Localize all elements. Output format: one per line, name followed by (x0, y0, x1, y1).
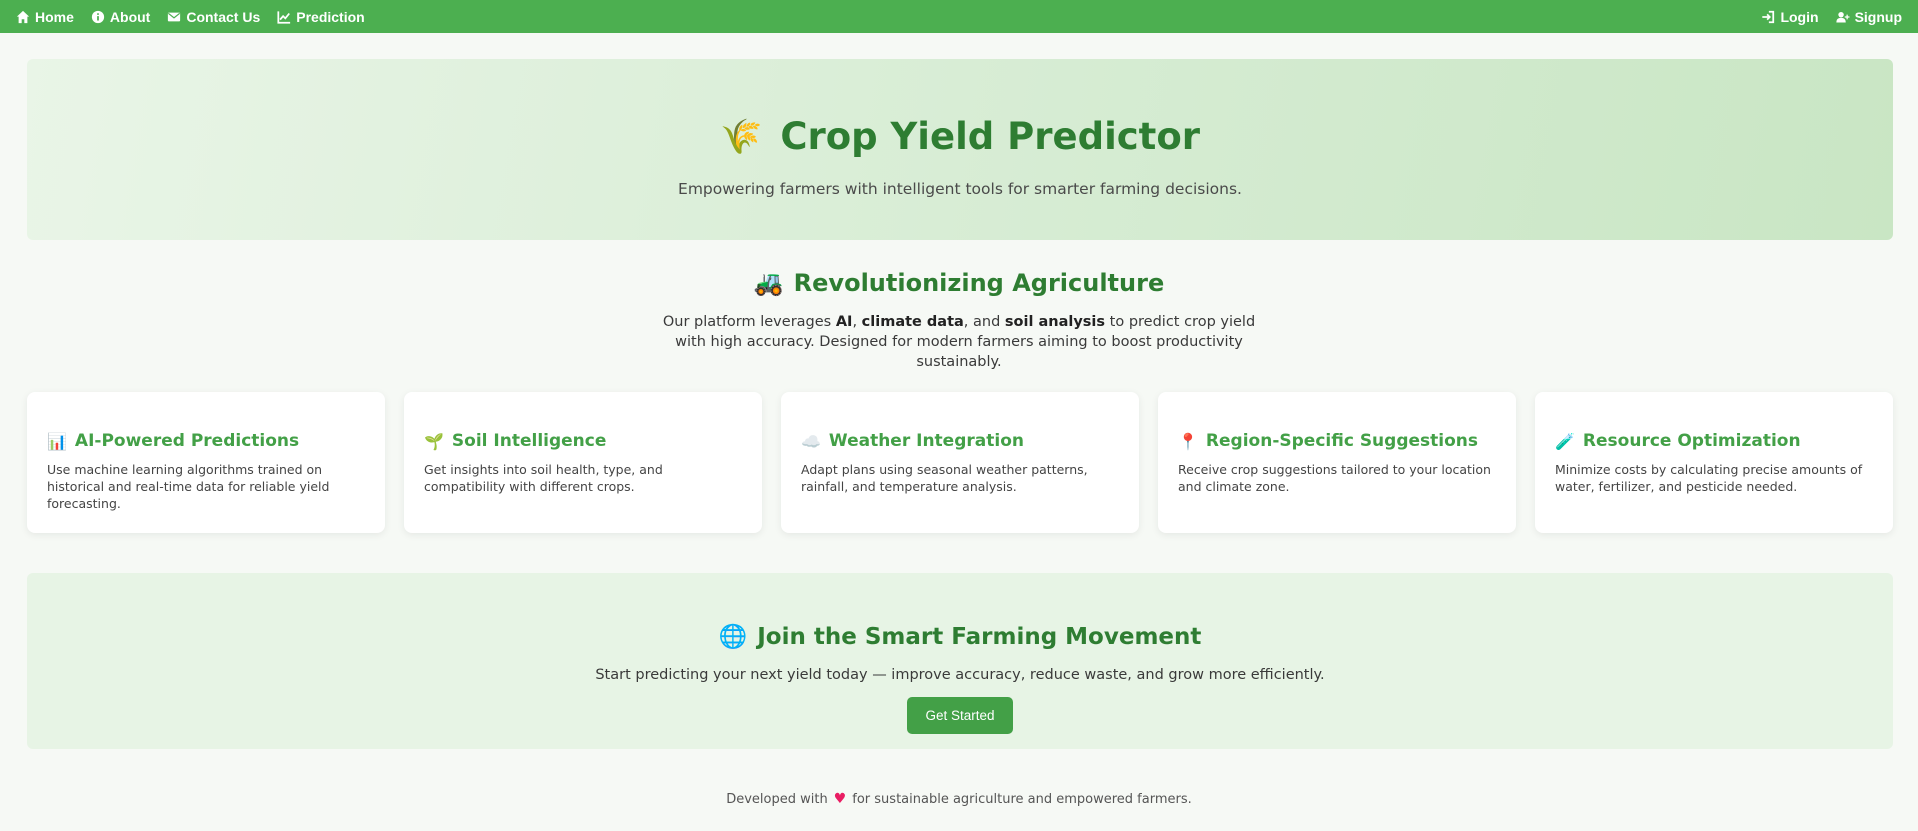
footer-text-after: for sustainable agriculture and empowere… (852, 791, 1192, 807)
feature-card-title: ☁️ Weather Integration (801, 431, 1119, 451)
rev-text-part: , and (963, 314, 1005, 330)
join-heading-text: Join the Smart Farming Movement (757, 623, 1202, 650)
join-heading: 🌐 Join the Smart Farming Movement (27, 623, 1893, 651)
nav-signup-link[interactable]: Signup (1835, 8, 1902, 25)
rev-text-part: Our platform leverages (662, 314, 836, 330)
feature-card-resource: 🧪 Resource Optimization Minimize costs b… (1535, 392, 1893, 533)
feature-card-title-text: Resource Optimization (1582, 431, 1801, 451)
wheat-icon: 🌾 (719, 116, 763, 157)
feature-card-ai: 📊 AI-Powered Predictions Use machine lea… (27, 392, 385, 533)
feature-card-desc: Get insights into soil health, type, and… (424, 462, 663, 494)
globe-icon: 🌐 (718, 624, 748, 650)
user-plus-icon (1835, 11, 1850, 22)
map-pin-icon: 📍 (1178, 431, 1198, 451)
feature-card-desc: Minimize costs by calculating precise am… (1555, 462, 1863, 494)
revolution-heading: 🚜 Revolutionizing Agriculture (0, 269, 1918, 297)
nav-about-link[interactable]: About (91, 9, 150, 25)
heart-icon: ♥ (833, 791, 847, 807)
info-icon (91, 10, 105, 23)
chart-line-icon (277, 10, 291, 24)
nav-right-group: Login Signup (1761, 9, 1902, 25)
footer: Developed with ♥ for sustainable agricul… (0, 791, 1918, 807)
feature-card-desc: Receive crop suggestions tailored to you… (1178, 462, 1491, 494)
hero-title-text: Crop Yield Predictor (780, 115, 1201, 158)
feature-card-title: 📊 AI-Powered Predictions (47, 431, 365, 451)
envelope-icon (168, 12, 181, 21)
nav-home-link[interactable]: Home (16, 9, 74, 25)
get-started-button[interactable]: Get Started (907, 697, 1013, 734)
feature-card-title: 🌱 Soil Intelligence (424, 431, 742, 451)
seedling-icon: 🌱 (424, 431, 444, 451)
feature-card-desc: Use machine learning algorithms trained … (47, 462, 330, 511)
nav-home-label: Home (35, 8, 74, 25)
home-icon (16, 10, 30, 23)
nav-prediction-link[interactable]: Prediction (277, 8, 365, 25)
feature-card-title-text: Soil Intelligence (451, 431, 607, 451)
nav-prediction-label: Prediction (296, 8, 365, 25)
feature-card-weather: ☁️ Weather Integration Adapt plans using… (781, 392, 1139, 533)
join-section: 🌐 Join the Smart Farming Movement Start … (27, 573, 1893, 749)
feature-card-title-text: Weather Integration (828, 431, 1024, 451)
nav-signup-label: Signup (1854, 8, 1902, 25)
feature-card-title: 🧪 Resource Optimization (1555, 431, 1873, 451)
feature-card-title-text: Region-Specific Suggestions (1205, 431, 1479, 451)
top-navbar: Home About Contact Us Prediction Login S… (0, 0, 1918, 33)
feature-card-soil: 🌱 Soil Intelligence Get insights into so… (404, 392, 762, 533)
nav-about-label: About (109, 8, 151, 25)
login-icon (1762, 10, 1775, 23)
cloud-icon: ☁️ (801, 431, 821, 451)
tractor-icon: 🚜 (753, 269, 784, 297)
test-tube-icon: 🧪 (1555, 431, 1575, 451)
feature-card-title: 📍 Region-Specific Suggestions (1178, 431, 1496, 451)
rev-bold-ai: AI (835, 314, 853, 330)
revolution-description: Our platform leverages AI, climate data,… (649, 312, 1269, 372)
hero-title: 🌾 Crop Yield Predictor (27, 115, 1893, 158)
nav-left-group: Home About Contact Us Prediction (16, 9, 365, 25)
nav-contact-link[interactable]: Contact Us (167, 9, 260, 25)
hero-banner: 🌾 Crop Yield Predictor Empowering farmer… (27, 59, 1893, 240)
nav-login-link[interactable]: Login (1761, 8, 1819, 25)
feature-card-desc: Adapt plans using seasonal weather patte… (801, 462, 1088, 494)
bar-chart-icon: 📊 (47, 431, 67, 451)
rev-bold-soil: soil analysis (1004, 314, 1106, 330)
join-description: Start predicting your next yield today —… (595, 667, 1325, 683)
footer-text-before: Developed with (726, 791, 828, 807)
nav-contact-label: Contact Us (186, 8, 261, 25)
feature-card-title-text: AI-Powered Predictions (74, 431, 300, 451)
rev-bold-climate: climate data (861, 314, 964, 330)
nav-login-label: Login (1780, 8, 1819, 25)
rev-text-part: , (852, 314, 862, 330)
revolution-heading-text: Revolutionizing Agriculture (793, 269, 1165, 297)
feature-card-region: 📍 Region-Specific Suggestions Receive cr… (1158, 392, 1516, 533)
hero-subtitle: Empowering farmers with intelligent tool… (678, 180, 1242, 198)
